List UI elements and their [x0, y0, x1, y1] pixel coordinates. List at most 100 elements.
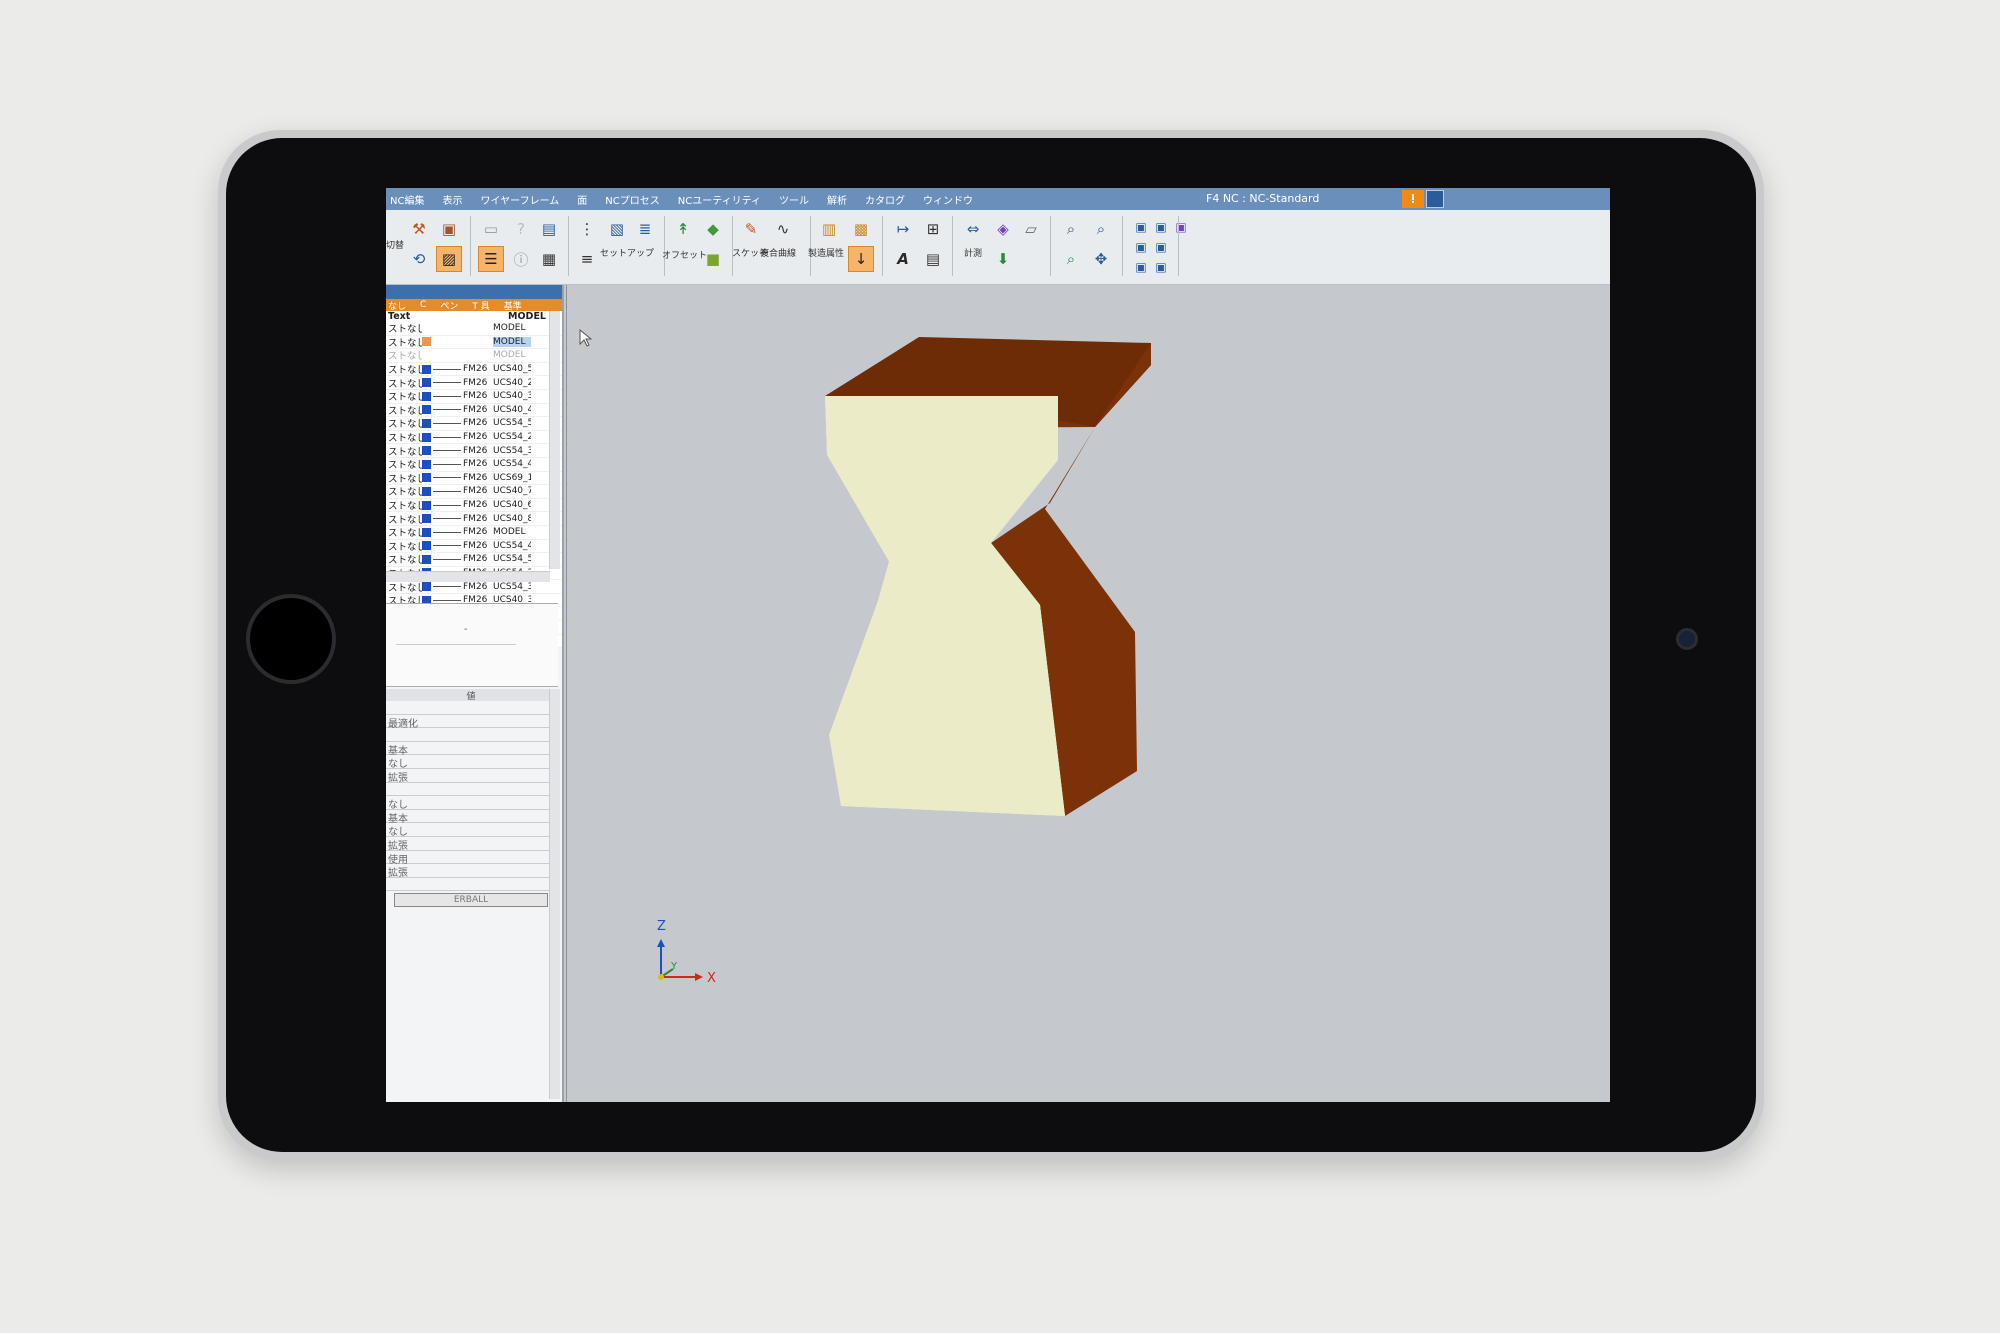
tool-icon[interactable]: ⚒ — [406, 216, 432, 242]
stack-icon[interactable]: ≣ — [632, 216, 658, 242]
layer-color-swatch[interactable] — [422, 351, 431, 360]
panel-icon[interactable]: ▤ — [536, 216, 562, 242]
property-row[interactable]: 拡張 — [386, 864, 556, 879]
layer-color-swatch[interactable] — [422, 527, 431, 537]
plane-icon[interactable]: ▱ — [1018, 216, 1044, 242]
col-ref[interactable]: 基準 — [504, 299, 522, 312]
attribute-icon[interactable]: ▩ — [848, 216, 874, 242]
list-icon[interactable]: ☰ — [478, 246, 504, 272]
cube-icon[interactable]: ▨ — [436, 246, 462, 272]
property-row[interactable] — [386, 701, 556, 715]
layer-row[interactable]: ストなし FM26 UCS54_5 — [386, 417, 562, 431]
layer-row[interactable]: ストなし FM26 MODEL — [386, 525, 562, 540]
layer-color-swatch[interactable] — [422, 541, 431, 551]
layer-row[interactable]: ストなし FM26 UCS54_5 — [386, 553, 562, 567]
tree-icon[interactable]: ⋮ — [574, 216, 600, 242]
3d-viewport[interactable]: Z Y X — [566, 285, 1610, 1102]
hierarchy-icon[interactable]: ≡ — [574, 246, 600, 272]
layer-color-swatch[interactable] — [422, 364, 431, 374]
property-row[interactable] — [386, 783, 556, 797]
layer-color-swatch[interactable] — [422, 418, 431, 428]
layer-color-swatch[interactable] — [422, 582, 431, 592]
layer-row[interactable]: ストなし FM26 UCS54_4 — [386, 539, 562, 554]
col-color[interactable]: C — [420, 300, 426, 310]
menu-item-window[interactable]: ウィンドウ — [923, 192, 973, 207]
layer-row[interactable]: ストなし FM26 UCS40_6 — [386, 498, 562, 513]
layer-row[interactable]: ストなし FM26 UCS40_5 — [386, 362, 562, 377]
property-row[interactable]: 最適化 — [386, 715, 556, 730]
pan-icon[interactable]: ✥ — [1088, 246, 1114, 272]
home-button[interactable] — [246, 594, 336, 684]
3d-model[interactable] — [567, 285, 1610, 1102]
dropdown-value[interactable]: - — [464, 624, 468, 635]
layer-color-swatch[interactable] — [422, 473, 431, 483]
menu-item-view[interactable]: 表示 — [442, 192, 462, 207]
offset-icon[interactable]: ↟ — [670, 216, 696, 242]
layer-list-scrollbar[interactable] — [549, 311, 560, 569]
property-row[interactable] — [386, 728, 556, 742]
layer-icon[interactable]: ◈ — [990, 216, 1016, 242]
property-row[interactable]: 基本 — [386, 810, 556, 825]
layer-row[interactable]: ストなし MODEL — [386, 322, 562, 336]
property-row[interactable]: なし — [386, 796, 556, 811]
property-row[interactable]: 拡張 — [386, 769, 556, 784]
layer-row[interactable]: ストなし MODEL — [386, 349, 562, 363]
layer-color-swatch[interactable] — [422, 486, 431, 496]
layer-row[interactable]: ストなし FM26 UCS40_4 — [386, 403, 562, 418]
layer-row[interactable]: ストなし FM26 UCS40_8 — [386, 512, 562, 526]
drill-icon[interactable]: ↓ — [848, 246, 874, 272]
layer-row[interactable]: ストなし MODEL — [386, 335, 562, 350]
measure-icon[interactable]: ⇔ — [960, 216, 986, 242]
curve-icon[interactable]: ∿ — [770, 216, 796, 242]
menu-item-wireframe[interactable]: ワイヤーフレーム — [480, 192, 559, 207]
zoom-area-icon[interactable]: ⌕ — [1058, 246, 1084, 272]
property-row[interactable]: なし — [386, 755, 556, 770]
surface-icon[interactable]: ◆ — [700, 216, 726, 242]
layer-row[interactable]: ストなし FM26 UCS54_3 — [386, 580, 562, 594]
help-icon[interactable]: ? — [508, 216, 534, 242]
layer-row[interactable]: ストなし FM26 UCS40_2 — [386, 376, 562, 390]
save-icon[interactable] — [1426, 190, 1444, 208]
menu-item-nc-utility[interactable]: NCユーティリティ — [678, 192, 761, 207]
layer-row[interactable]: ストなし FM26 UCS40_7 — [386, 485, 562, 499]
property-row[interactable]: 拡張 — [386, 837, 556, 852]
erball-button[interactable]: ERBALL — [394, 893, 548, 908]
menu-item-nc-edit[interactable]: NC編集 — [390, 192, 424, 207]
menu-item-analysis[interactable]: 解析 — [827, 192, 847, 207]
layer-color-swatch[interactable] — [422, 446, 431, 456]
zoom-fit-icon[interactable]: ⌕ — [1058, 216, 1084, 242]
view-back-icon[interactable]: ▣ — [1148, 254, 1174, 280]
zoom-icon[interactable]: ⌕ — [1088, 216, 1114, 242]
layer-color-swatch[interactable] — [422, 391, 431, 401]
layer-row[interactable]: ストなし FM26 UCS40_3 — [386, 389, 562, 404]
book-icon[interactable]: ▥ — [816, 216, 842, 242]
property-row[interactable]: 使用 — [386, 851, 556, 866]
layer-color-swatch[interactable] — [422, 337, 431, 347]
property-row[interactable] — [386, 878, 556, 892]
layer-row[interactable]: ストなし FM26 UCS54_3 — [386, 444, 562, 458]
view-icon[interactable]: ⟲ — [406, 246, 432, 272]
col-tool[interactable]: T 具 — [472, 299, 489, 312]
layer-color-swatch[interactable] — [422, 554, 431, 564]
text-icon[interactable]: A — [890, 246, 916, 272]
layer-color-swatch[interactable] — [422, 405, 431, 415]
layer-color-swatch[interactable] — [422, 514, 431, 524]
menu-item-tool[interactable]: ツール — [779, 192, 809, 207]
layer-row[interactable]: ストなし FM26 UCS54_4 — [386, 457, 562, 472]
shape-icon[interactable]: ▣ — [436, 216, 462, 242]
col-pen[interactable]: ペン — [440, 299, 458, 312]
property-row[interactable]: なし — [386, 823, 556, 838]
layer-color-swatch[interactable] — [422, 378, 431, 388]
menu-item-catalog[interactable]: カタログ — [865, 192, 905, 207]
table-icon[interactable]: ▤ — [920, 246, 946, 272]
property-row[interactable]: 基本 — [386, 742, 556, 757]
layer-row[interactable]: ストなし FM26 UCS54_2 — [386, 430, 562, 445]
layer-color-swatch[interactable] — [422, 500, 431, 510]
warning-badge[interactable]: ! — [1402, 190, 1424, 208]
layer-color-swatch[interactable] — [422, 459, 431, 469]
window-icon[interactable]: ▭ — [478, 216, 504, 242]
arrow-down-icon[interactable]: ⬇ — [990, 246, 1016, 272]
layer-list-hscrollbar[interactable] — [386, 571, 550, 582]
dimension-icon[interactable]: ↦ — [890, 216, 916, 242]
grid-icon[interactable]: ⊞ — [920, 216, 946, 242]
